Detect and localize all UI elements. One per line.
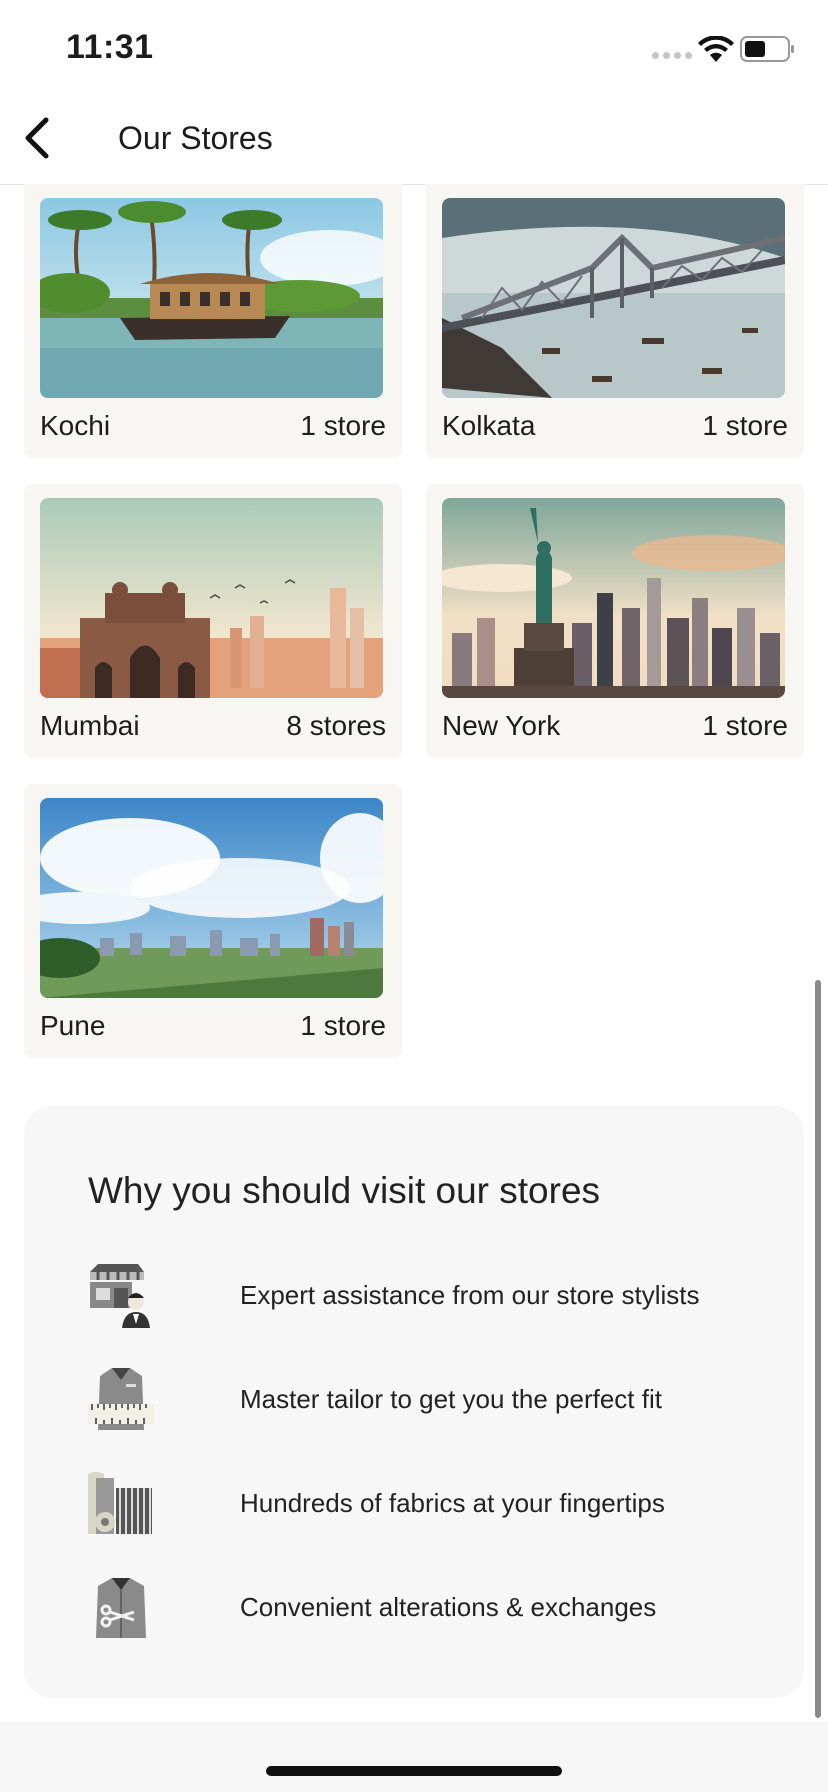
store-card-pune[interactable]: Pune 1 store — [24, 784, 402, 1058]
store-card-mumbai[interactable]: Mumbai 8 stores — [24, 484, 402, 758]
store-stylist-icon — [90, 1264, 150, 1328]
howrah-bridge-illustration — [442, 198, 785, 398]
city-name: New York — [442, 710, 561, 741]
chevron-left-icon — [25, 117, 49, 159]
status-time: 11:31 — [66, 28, 154, 66]
benefit-item: Convenient alterations & exchanges — [88, 1574, 768, 1640]
benefit-text: Master tailor to get you the perfect fit — [240, 1384, 662, 1414]
store-card-kochi[interactable]: Kochi 1 store — [24, 184, 402, 458]
city-skyline-clouds-illustration — [40, 798, 383, 998]
store-count: 1 store — [702, 710, 788, 741]
back-button[interactable] — [10, 112, 62, 164]
battery-icon — [740, 36, 794, 62]
benefit-item: Hundreds of fabrics at your fingertips — [88, 1470, 768, 1536]
houseboat-backwaters-illustration — [40, 198, 383, 398]
gateway-of-india-illustration — [40, 498, 383, 698]
store-count: 1 store — [300, 410, 386, 441]
section-title: Why you should visit our stores — [88, 1170, 601, 1211]
benefit-text: Convenient alterations & exchanges — [240, 1592, 657, 1622]
store-count: 1 store — [300, 1010, 386, 1041]
store-count: 8 stores — [286, 710, 386, 741]
bottom-area — [0, 1722, 828, 1792]
store-card-kolkata[interactable]: Kolkata 1 store — [426, 184, 804, 458]
app-header: Our Stores — [0, 92, 828, 185]
city-name: Mumbai — [40, 710, 140, 741]
benefit-text: Expert assistance from our store stylist… — [240, 1280, 700, 1310]
benefit-text: Hundreds of fabrics at your fingertips — [240, 1488, 665, 1518]
shirt-scissors-icon — [96, 1578, 146, 1638]
scrollbar[interactable] — [815, 980, 821, 1718]
benefit-item: Master tailor to get you the perfect fit — [88, 1366, 768, 1432]
why-visit-section: Why you should visit our stores Expert a… — [24, 1106, 804, 1698]
statue-of-liberty-skyline-illustration — [442, 498, 785, 698]
page-title: Our Stores — [118, 120, 273, 156]
fabric-rolls-icon — [88, 1472, 152, 1534]
city-name: Pune — [40, 1010, 106, 1041]
store-count: 1 store — [702, 410, 788, 441]
city-name: Kolkata — [442, 410, 536, 441]
status-bar: 11:31 — [0, 0, 828, 92]
cellular-signal-icon — [652, 52, 692, 59]
store-card-new-york[interactable]: New York 1 store — [426, 484, 804, 758]
home-indicator[interactable] — [266, 1766, 562, 1776]
city-name: Kochi — [40, 410, 111, 441]
benefit-item: Expert assistance from our store stylist… — [88, 1262, 768, 1328]
tailor-measure-icon — [88, 1368, 154, 1430]
wifi-icon — [698, 36, 734, 62]
